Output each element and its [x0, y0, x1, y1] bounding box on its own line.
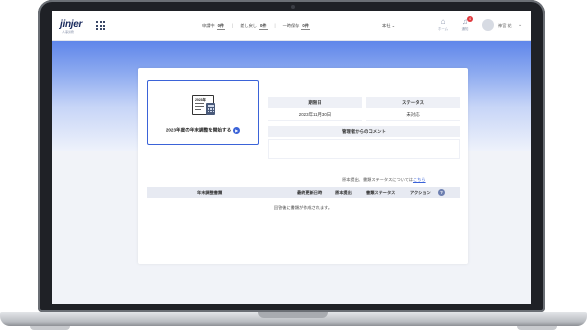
start-adjustment-button[interactable]: 2023年 2023年度の年末調整を開始する ▶ [147, 80, 259, 145]
col-action: アクション [410, 190, 431, 195]
documents-table-header: 年末調整書類 最終更新日時 原本提出 書類ステータス アクション ? [147, 187, 460, 198]
stat-draft-count: 0件 [301, 23, 310, 30]
chevron-down-icon[interactable]: ⌄ [518, 22, 522, 28]
laptop-foot-right [517, 326, 557, 330]
logo-subtitle: 人事労務 [62, 30, 75, 34]
status-note-text: 原本提出、書類ステータスについては [342, 177, 413, 182]
start-adjustment-label: 2023年度の年末調整を開始する ▶ [165, 127, 241, 134]
admin-comment-header: 管理者からのコメント [268, 126, 460, 137]
col-original-submission: 原本提出 [335, 190, 352, 195]
avatar-icon[interactable] [482, 19, 494, 31]
home-icon: ⌂ [440, 17, 446, 26]
company-selector[interactable]: 本社 ⌄ [382, 23, 395, 29]
deadline-header: 期限日 [268, 97, 362, 108]
calculator-icon [206, 103, 215, 115]
stat-draft[interactable]: 一時保存 0件 [283, 23, 310, 30]
stat-draft-label: 一時保存 [282, 23, 300, 28]
apps-grid-icon[interactable] [96, 21, 105, 30]
nav-notice-label: 通知 [461, 27, 469, 31]
stat-pending-count: 0件 [216, 23, 226, 30]
admin-comment-box [268, 139, 460, 159]
status-header: ステータス [366, 97, 460, 108]
nav-home-label: ホーム [437, 27, 449, 31]
screen: jinjer 人事労務 申請中 0件 | 差し戻し 0件 | 一時保存 0件 本社 ⌄… [52, 11, 531, 304]
camera [291, 5, 295, 9]
col-document-status: 書類ステータス [366, 190, 396, 195]
col-document: 年末調整書類 [197, 190, 223, 195]
play-icon: ▶ [233, 127, 241, 134]
status-note-link[interactable]: こちら [413, 177, 426, 182]
col-last-updated: 最終更新日時 [297, 190, 323, 195]
deadline-value: 2023年11月30日 [268, 109, 362, 121]
chevron-down-icon: ⌄ [391, 23, 396, 28]
empty-message: 回答後に書類が作成されます。 [273, 205, 333, 210]
stat-returned-count: 0件 [258, 23, 268, 30]
document-title: 2023年 [195, 98, 206, 102]
laptop-notch [258, 312, 328, 318]
company-name: 本社 [382, 23, 391, 28]
status-note: 原本提出、書類ステータスについてはこちら [342, 177, 426, 183]
year-end-adjustment-card: 2023年 2023年度の年末調整を開始する ▶ 期限日 ステータス 2023年1… [138, 68, 468, 264]
nav-notice[interactable]: ♫ 4 通知 [457, 16, 473, 31]
laptop-foot-left [30, 326, 70, 330]
stat-pending[interactable]: 申請中 0件 [202, 23, 226, 30]
help-icon[interactable]: ? [438, 189, 445, 196]
stat-pending-label: 申請中 [202, 23, 215, 28]
stat-returned-label: 差し戻し [240, 23, 257, 28]
request-stats: 申請中 0件 | 差し戻し 0件 | 一時保存 0件 [202, 23, 310, 30]
logo[interactable]: jinjer [60, 19, 82, 30]
notice-badge: 4 [467, 16, 473, 22]
stat-returned[interactable]: 差し戻し 0件 [240, 23, 268, 30]
status-value: 未対応 [366, 109, 460, 121]
user-name[interactable]: 神宮 花 [498, 23, 512, 29]
nav-home[interactable]: ⌂ ホーム [435, 17, 451, 31]
app-header: jinjer 人事労務 申請中 0件 | 差し戻し 0件 | 一時保存 0件 本社 ⌄… [52, 11, 531, 41]
